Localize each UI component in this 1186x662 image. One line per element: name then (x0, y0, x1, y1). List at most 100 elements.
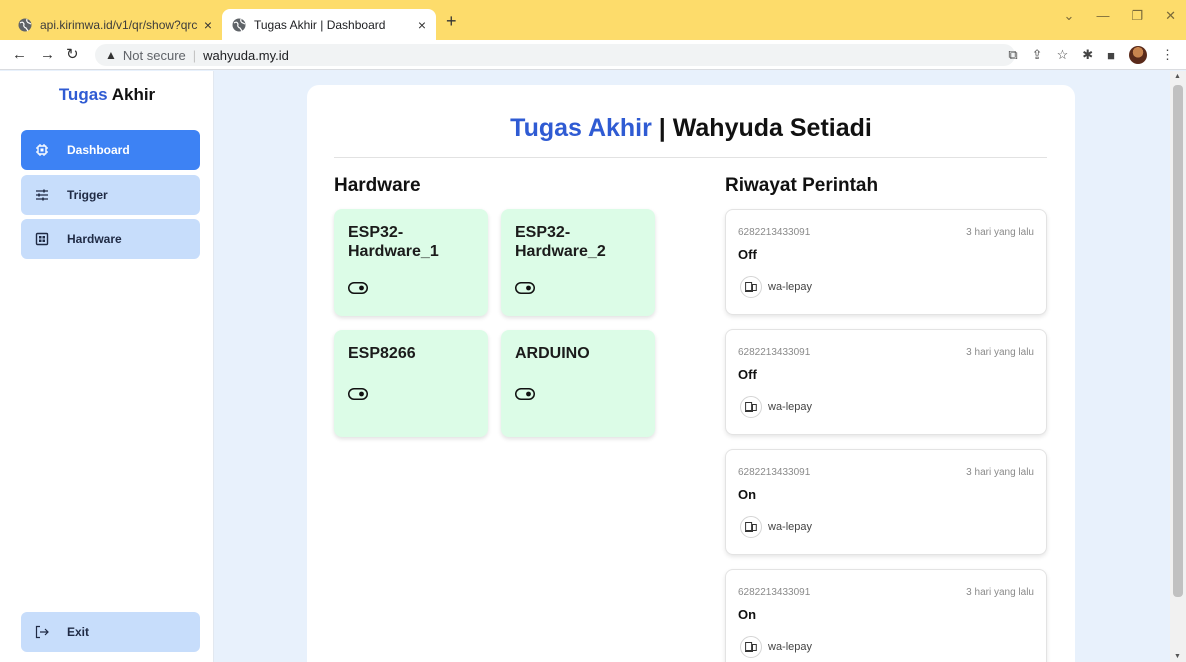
sidebar-item-label: Dashboard (67, 143, 130, 157)
history-device: wa-lepay (740, 636, 812, 658)
sidebar-item-label: Trigger (67, 188, 108, 202)
hardware-name: ARDUINO (515, 345, 590, 362)
page-title-accent: Tugas Akhir (510, 114, 652, 142)
exit-button[interactable]: Exit (21, 612, 200, 652)
back-arrow-icon[interactable]: ← (12, 46, 27, 64)
sidebar-item-hardware[interactable]: Hardware (21, 219, 200, 259)
tab-title: api.kirimwa.id/v1/qr/show?qrcode (40, 17, 198, 32)
hardware-name: ESP32-Hardware_2 (515, 224, 606, 260)
toggle-icon[interactable] (348, 388, 368, 400)
exit-icon (35, 625, 49, 639)
sidebar-item-label: Hardware (67, 232, 122, 246)
hardware-card[interactable]: ESP8266 (334, 330, 488, 437)
history-phone: 6282213433091 (738, 347, 811, 358)
reload-icon[interactable]: ↻ (66, 46, 79, 64)
history-device-name: wa-lepay (768, 281, 813, 293)
minimize-icon[interactable]: — (1096, 8, 1109, 24)
restore-icon[interactable]: ❐ (1131, 8, 1143, 24)
security-label: Not secure (122, 47, 186, 63)
close-window-icon[interactable]: ✕ (1165, 8, 1176, 24)
main-card: Tugas Akhir | Wahyuda Setiadi Hardware R… (307, 85, 1075, 662)
extensions-icon[interactable]: ✱ (1082, 47, 1093, 63)
sidebar-item-trigger[interactable]: Trigger (21, 175, 200, 215)
forward-arrow-icon[interactable]: → (40, 46, 55, 64)
translate-icon[interactable]: ⧉ (1008, 47, 1017, 63)
history-command: Off (738, 247, 757, 262)
side-panel-icon[interactable]: ■ (1107, 48, 1115, 63)
history-card: 6282213433091 3 hari yang lalu On wa-lep… (725, 569, 1047, 662)
close-icon[interactable]: × (418, 17, 426, 33)
menu-dots-icon[interactable]: ⋮ (1161, 47, 1174, 63)
page-title-rest: Wahyuda Setiadi (672, 114, 872, 142)
sidebar-brand: Tugas Akhir (0, 85, 214, 105)
browser-tab-bar: api.kirimwa.id/v1/qr/show?qrcode × Tugas… (0, 0, 1186, 40)
toggle-icon[interactable] (515, 282, 535, 294)
toolbar-icons: ⧉ ⇪ ☆ ✱ ■ ⋮ (1008, 46, 1174, 64)
browser-toolbar: ← → ↻ ▲ Not secure | wahyuda.my.id ⧉ ⇪ ☆… (0, 40, 1186, 70)
url-text: wahyuda.my.id (203, 47, 289, 63)
history-card: 6282213433091 3 hari yang lalu On wa-lep… (725, 449, 1047, 555)
history-phone: 6282213433091 (738, 467, 811, 478)
globe-icon (232, 18, 246, 31)
new-tab-button[interactable]: + (446, 11, 457, 31)
address-separator: | (192, 47, 197, 63)
history-device: wa-lepay (740, 276, 812, 298)
title-divider (334, 157, 1047, 158)
toggle-icon[interactable] (515, 388, 535, 400)
browser-tab-dashboard[interactable]: Tugas Akhir | Dashboard × (222, 9, 436, 40)
profile-avatar[interactable] (1129, 46, 1147, 64)
history-time: 3 hari yang lalu (966, 587, 1034, 598)
chevron-down-icon[interactable]: ⌄ (1064, 8, 1075, 24)
history-device-name: wa-lepay (768, 401, 813, 413)
toggle-icon[interactable] (348, 282, 368, 294)
devices-icon (740, 636, 762, 658)
history-command: Off (738, 367, 757, 382)
window-controls: ⌄ — ❐ ✕ (1064, 8, 1176, 24)
page-title-sep: | (651, 114, 673, 142)
history-card: 6282213433091 3 hari yang lalu Off wa-le… (725, 209, 1047, 315)
scrollbar-thumb[interactable] (1173, 85, 1183, 597)
devices-icon (740, 396, 762, 418)
scroll-down-icon[interactable]: ▼ (1174, 653, 1181, 660)
page-scrollbar[interactable]: ▲ ▼ (1170, 71, 1186, 662)
history-device-name: wa-lepay (768, 641, 813, 653)
sidebar-item-dashboard[interactable]: Dashboard (21, 130, 200, 170)
browser-tab-kirimwa[interactable]: api.kirimwa.id/v1/qr/show?qrcode × (8, 9, 222, 40)
cpu-icon (36, 144, 48, 156)
history-device: wa-lepay (740, 516, 812, 538)
hardware-card[interactable]: ESP32-Hardware_2 (501, 209, 655, 316)
devices-icon (740, 516, 762, 538)
history-section-title: Riwayat Perintah (725, 175, 879, 196)
share-icon[interactable]: ⇪ (1032, 47, 1043, 63)
hardware-icon (35, 232, 49, 246)
page-title: Tugas Akhir | Wahyuda Setiadi (307, 114, 1075, 143)
history-card: 6282213433091 3 hari yang lalu Off wa-le… (725, 329, 1047, 435)
history-device-name: wa-lepay (768, 521, 813, 533)
close-icon[interactable]: × (204, 17, 212, 33)
warning-icon: ▲ (105, 48, 117, 62)
hardware-card[interactable]: ESP32-Hardware_1 (334, 209, 488, 316)
history-time: 3 hari yang lalu (966, 227, 1034, 238)
sidebar: Tugas Akhir Dashboard Trigger Hardware E… (0, 71, 214, 662)
history-command: On (738, 607, 757, 622)
brand-rest: Akhir (107, 85, 156, 104)
history-time: 3 hari yang lalu (966, 467, 1034, 478)
star-icon[interactable]: ☆ (1057, 47, 1069, 63)
tab-title: Tugas Akhir | Dashboard (254, 17, 386, 32)
history-time: 3 hari yang lalu (966, 347, 1034, 358)
devices-icon (740, 276, 762, 298)
history-device: wa-lepay (740, 396, 812, 418)
globe-icon (18, 18, 32, 31)
hardware-name: ESP32-Hardware_1 (348, 224, 439, 260)
history-command: On (738, 487, 757, 502)
hardware-card[interactable]: ARDUINO (501, 330, 655, 437)
brand-accent: Tugas (58, 85, 108, 104)
exit-label: Exit (67, 625, 90, 639)
hardware-section-title: Hardware (334, 175, 421, 196)
scroll-up-icon[interactable]: ▲ (1174, 73, 1181, 80)
hardware-name: ESP8266 (348, 345, 416, 362)
sliders-icon (36, 189, 48, 201)
history-phone: 6282213433091 (738, 227, 811, 238)
history-phone: 6282213433091 (738, 587, 811, 598)
address-bar[interactable]: ▲ Not secure | wahyuda.my.id (95, 44, 1015, 66)
